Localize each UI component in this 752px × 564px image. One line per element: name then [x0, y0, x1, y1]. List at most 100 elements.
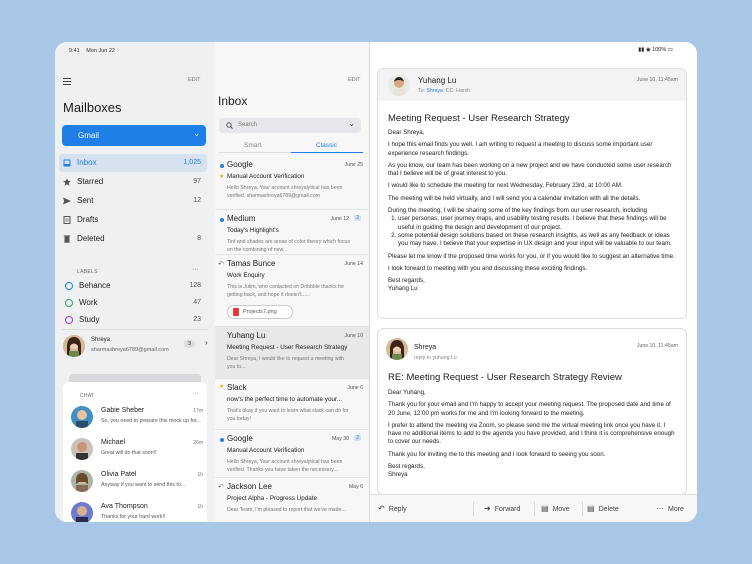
- email-sender: Slack: [227, 383, 247, 392]
- paragraph: Thank you for inviting me to this meetin…: [388, 450, 606, 458]
- unread-dot-icon: [220, 218, 224, 222]
- chat-item[interactable]: Gabie Sheber So, you need to prepare thi…: [71, 406, 203, 432]
- label-name: Study: [79, 315, 100, 324]
- more-button[interactable]: ··· More: [656, 504, 684, 513]
- email-message-card: Shreya reply to yuhang Lu June 10, 11:45…: [377, 328, 687, 495]
- move-button[interactable]: ▤ Move: [541, 504, 570, 513]
- attachment-chip[interactable]: Projects7.png: [227, 305, 293, 319]
- avatar: [63, 335, 85, 357]
- chat-message: Great will do that soon!!: [101, 450, 157, 456]
- tab-classic[interactable]: Classic: [316, 142, 337, 149]
- account-badge: 3: [184, 340, 196, 348]
- signoff: Best regards,: [388, 277, 425, 285]
- paragraph: I look forward to meeting with you and d…: [388, 264, 588, 272]
- chat-time: 26m: [193, 440, 203, 446]
- label-count: 23: [193, 316, 201, 323]
- more-icon: ···: [656, 504, 664, 513]
- inbox-edit-button[interactable]: EDIT: [348, 77, 361, 83]
- mailbox-item-sent[interactable]: Sent 12: [59, 192, 207, 210]
- message-body: Dear Shreya, I hope this email finds you…: [388, 129, 678, 298]
- label-count: 128: [189, 282, 201, 289]
- email-list-item[interactable]: ★ Google June 25 Manual Account Verifica…: [215, 156, 369, 210]
- send-icon: [63, 197, 71, 205]
- menu-icon[interactable]: [63, 78, 71, 87]
- email-subject: now's the perfect time to automate your.…: [227, 396, 342, 403]
- tab-smart[interactable]: Smart: [244, 142, 261, 149]
- reply-icon: ↶: [378, 504, 385, 513]
- delete-button[interactable]: ▤ Delete: [587, 504, 619, 513]
- email-sender: Medium: [227, 214, 256, 223]
- star-icon: [63, 178, 71, 186]
- account-switcher[interactable]: Shreya sharmashreya6789@gmail.com 3 ›: [61, 334, 211, 360]
- email-list-item[interactable]: ↶ Tamas Bunce June 14 Work Enquiry This …: [215, 255, 369, 327]
- email-list-item[interactable]: Google May 30 2 Manual Account Verificat…: [215, 430, 369, 478]
- mailbox-item-drafts[interactable]: Drafts: [59, 211, 207, 229]
- chat-name: Ava Thompson: [101, 503, 148, 510]
- email-list-item[interactable]: ★ Slack June 6 now's the perfect time to…: [215, 379, 369, 430]
- mailboxes-edit-button[interactable]: EDIT: [188, 77, 201, 83]
- chat-item[interactable]: Olivia Patel Anyway if you want to send …: [71, 470, 203, 496]
- mailbox-item-deleted[interactable]: Deleted 8: [59, 230, 207, 248]
- status-bar-right: ▮▮ ◉ 100% ▭: [638, 47, 673, 53]
- chat-item[interactable]: Ava Thompson Thanks for your hard work!!…: [71, 502, 203, 522]
- label-item-work[interactable]: Work 47: [59, 296, 207, 312]
- email-sender: Google: [227, 434, 253, 443]
- message-date: June 10, 11:45am: [636, 343, 678, 349]
- message-body: Dear Yuhang, Thank you for your email an…: [388, 389, 678, 484]
- label-item-study[interactable]: Study 23: [59, 313, 207, 329]
- status-bar-left: 9:41 Mon Jun 22: [69, 48, 120, 54]
- mailbox-item-starred[interactable]: Starred 97: [59, 173, 207, 191]
- chat-time: 17m: [193, 408, 203, 414]
- email-list-item[interactable]: ↶ Jackson Lee May 6 Project Alpha - Prog…: [215, 478, 369, 522]
- chat-heading: CHAT: [80, 393, 95, 399]
- email-subject: Manual Account Verification: [227, 447, 305, 454]
- labels-heading: LABELS: [77, 269, 98, 275]
- email-date: June 10: [344, 333, 363, 339]
- mailbox-label: Drafts: [77, 215, 99, 224]
- message-header: Yuhang Lu To: Shreya CC: Harsh June 10, …: [378, 69, 686, 101]
- avatar: [71, 502, 93, 522]
- email-list-item-selected[interactable]: Yuhang Lu June 10 Meeting Request - User…: [215, 327, 369, 379]
- account-selector-button[interactable]: Gmail ⌄: [62, 125, 206, 146]
- labels-more-icon[interactable]: ···: [192, 266, 199, 273]
- email-message-card: Yuhang Lu To: Shreya CC: Harsh June 10, …: [377, 68, 687, 319]
- search-input[interactable]: Search ⌄: [219, 118, 361, 133]
- battery-percent: 100%: [652, 47, 667, 53]
- attachment-name: Projects7.png: [243, 309, 277, 315]
- chat-time: 1h: [197, 504, 203, 510]
- email-subject: Meeting Request - User Research Strategy: [227, 344, 348, 351]
- paragraph: I would like to schedule the meeting for…: [388, 182, 623, 190]
- account-email: sharmashreya6789@gmail.com: [91, 347, 169, 353]
- chevron-right-icon: ›: [205, 338, 208, 347]
- mailbox-item-inbox[interactable]: Inbox 1,025: [59, 154, 207, 172]
- star-icon[interactable]: ★: [219, 173, 224, 180]
- recipient-name[interactable]: Shreya: [426, 88, 442, 94]
- email-sender: Yuhang Lu: [227, 331, 266, 340]
- chat-name: Olivia Patel: [101, 471, 137, 478]
- mailbox-label: Deleted: [77, 234, 105, 243]
- account-selector-label: Gmail: [78, 131, 99, 140]
- email-date: June 25: [344, 162, 363, 168]
- mailbox-label: Sent: [77, 196, 94, 205]
- avatar: [71, 438, 93, 460]
- forward-icon: ➜: [484, 504, 491, 513]
- label-item-behance[interactable]: Behance 128: [59, 279, 207, 295]
- forward-button[interactable]: ➜ Forward: [484, 504, 520, 513]
- chevron-down-icon[interactable]: ⌄: [348, 119, 355, 128]
- trash-icon: [63, 235, 71, 243]
- replied-icon: ↶: [218, 261, 224, 268]
- avatar: [71, 406, 93, 428]
- account-name: Shreya: [91, 337, 111, 343]
- star-icon[interactable]: ★: [219, 383, 224, 390]
- reply-button[interactable]: ↶ Reply: [378, 504, 407, 513]
- chat-item[interactable]: Michael Great will do that soon!! 26m: [71, 438, 203, 464]
- email-list-item[interactable]: Medium June 12 2 Today's Highlight's Tin…: [215, 210, 369, 255]
- label-name: Behance: [79, 281, 111, 290]
- email-date: May 30: [331, 436, 349, 442]
- message-sender: Yuhang Lu: [418, 76, 457, 85]
- mailbox-count: 97: [193, 178, 201, 185]
- chat-more-icon[interactable]: ···: [192, 390, 199, 397]
- message-recipients: To: Shreya CC: Harsh: [418, 88, 470, 94]
- search-icon: [226, 122, 233, 129]
- file-icon: [233, 308, 239, 316]
